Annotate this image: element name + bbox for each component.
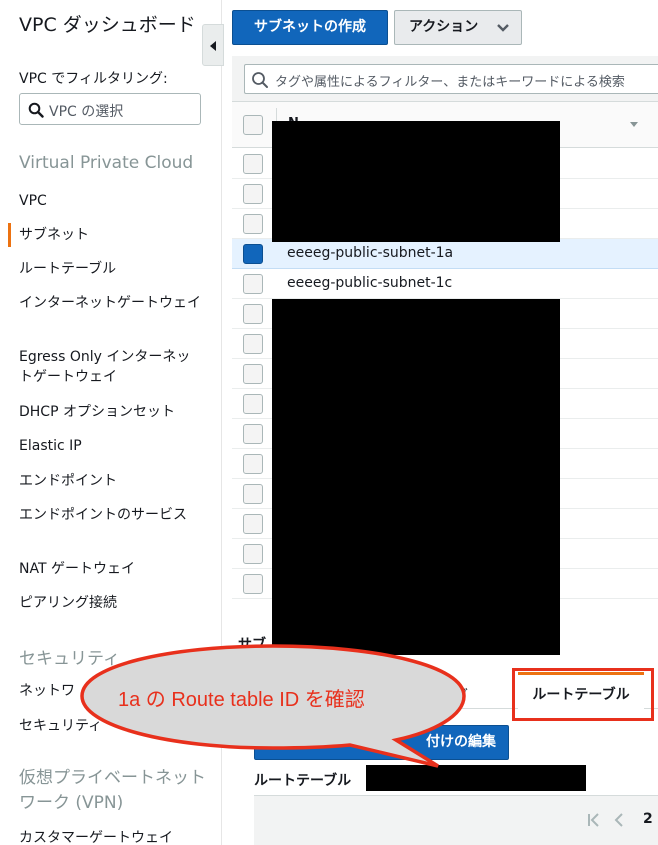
sidebar-item-endpoints[interactable]: エンドポイント [19, 471, 204, 491]
active-indicator [8, 223, 11, 247]
row-checkbox[interactable] [243, 394, 263, 414]
row-checkbox[interactable] [243, 304, 263, 324]
row-checkbox[interactable] [243, 334, 263, 354]
select-all-checkbox[interactable] [243, 115, 263, 135]
chevron-left-icon [210, 41, 216, 51]
redaction-block [272, 299, 560, 655]
section-vpn: 仮想プライベートネットワーク (VPN) [19, 768, 206, 813]
sidebar-item-dhcp-options[interactable]: DHCP オプションセット [19, 402, 204, 422]
page-number[interactable]: 2 [643, 811, 653, 827]
filter-placeholder: タグや属性によるフィルター、またはキーワードによる検索 [275, 75, 625, 90]
redaction-block [272, 121, 560, 242]
sidebar-item-egress-only-gateways[interactable]: Egress Only インターネットゲートウェイ [19, 347, 204, 387]
actions-label: アクション [409, 19, 479, 35]
vpc-filter-label: VPC でフィルタリング: [19, 71, 168, 87]
row-checkbox[interactable] [243, 424, 263, 444]
sidebar-item-subnets[interactable]: サブネット [19, 225, 204, 245]
table-row-selected[interactable]: eeeeg-public-subnet-1a [232, 239, 658, 269]
sidebar-item-vpc[interactable]: VPC [19, 191, 204, 211]
callout-text: 1a の Route table ID を確認 [118, 689, 365, 711]
section-virtual-private-cloud: Virtual Private Cloud [19, 153, 194, 173]
subnet-name: eeeeg-public-subnet-1a [287, 245, 454, 261]
row-checkbox[interactable] [243, 514, 263, 534]
create-subnet-button[interactable]: サブネットの作成 [232, 10, 388, 45]
sidebar-item-internet-gateways[interactable]: インターネットゲートウェイ [19, 293, 204, 313]
subnet-name: eeeeg-public-subnet-1c [287, 275, 453, 291]
sidebar-collapse-button[interactable] [202, 24, 224, 66]
vpc-select-placeholder: VPC の選択 [49, 104, 124, 120]
actions-dropdown[interactable]: アクション [394, 10, 522, 45]
table-row[interactable]: eeeeg-public-subnet-1c [232, 269, 658, 299]
sidebar-title[interactable]: VPC ダッシュボード [19, 14, 209, 36]
sidebar-item-elastic-ip[interactable]: Elastic IP [19, 436, 204, 456]
sidebar-item-endpoint-services[interactable]: エンドポイントのサービス [19, 505, 204, 525]
row-checkbox[interactable] [243, 484, 263, 504]
redaction-block [366, 765, 586, 791]
vpc-select-input[interactable]: VPC の選択 [19, 93, 201, 125]
row-checkbox[interactable] [243, 214, 263, 234]
row-checkbox[interactable] [243, 184, 263, 204]
search-icon [28, 102, 44, 118]
route-table-label: ルートテーブル [254, 773, 352, 789]
sidebar-item-customer-gateways[interactable]: カスタマーゲートウェイ [19, 828, 204, 845]
first-page-icon[interactable] [587, 813, 601, 827]
chevron-down-icon [497, 24, 509, 32]
row-checkbox[interactable] [243, 454, 263, 474]
previous-page-icon[interactable] [614, 813, 624, 827]
filter-search-input[interactable]: タグや属性によるフィルター、またはキーワードによる検索 [244, 64, 658, 94]
highlight-box [512, 668, 654, 721]
row-checkbox-checked[interactable] [243, 244, 263, 264]
sidebar-item-nat-gateways[interactable]: NAT ゲートウェイ [19, 559, 204, 579]
row-checkbox[interactable] [243, 154, 263, 174]
sort-caret-icon[interactable] [630, 122, 638, 128]
filter-bar: タグや属性によるフィルター、またはキーワードによる検索 [232, 56, 658, 102]
sidebar-item-peering[interactable]: ピアリング接続 [19, 593, 204, 613]
row-checkbox[interactable] [243, 574, 263, 594]
row-checkbox[interactable] [243, 274, 263, 294]
pagination-bar: 2 [254, 795, 658, 845]
row-checkbox[interactable] [243, 544, 263, 564]
sidebar-item-route-tables[interactable]: ルートテーブル [19, 259, 204, 279]
search-icon [252, 72, 268, 88]
row-checkbox[interactable] [243, 364, 263, 384]
